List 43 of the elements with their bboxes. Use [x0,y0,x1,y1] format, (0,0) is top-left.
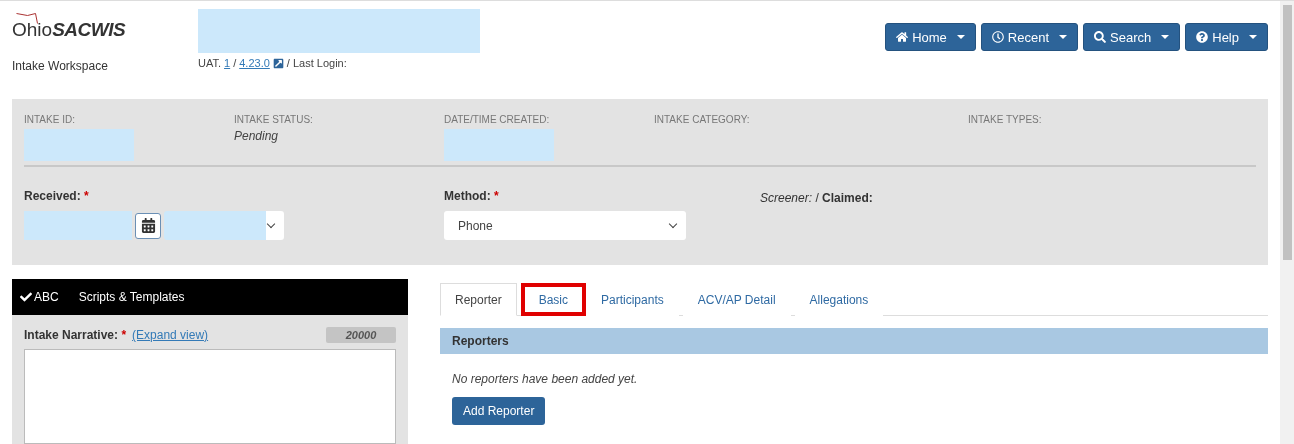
calendar-button[interactable] [135,212,161,239]
expand-view-link[interactable]: (Expand view) [132,328,209,342]
last-login-label: / Last Login: [286,57,347,69]
method-select[interactable]: Phone [444,211,686,240]
calendar-icon [140,218,156,233]
field-label: INTAKE ID: [24,114,76,125]
state-outline-icon [16,13,38,24]
character-counter: 20000 [326,327,396,343]
help-icon [1196,31,1209,43]
field-label: INTAKE STATUS: [234,114,314,125]
separator: / [233,57,237,69]
version-link[interactable]: 4.23.0 [239,57,270,69]
nav-button[interactable]: Help [1185,23,1268,51]
method-label: Method: * [444,189,500,203]
date-field[interactable] [24,211,132,240]
field-label: INTAKE TYPES: [968,114,1043,125]
received-label: Received: * [24,189,90,203]
nav-button[interactable]: Search [1083,23,1181,51]
add-reporter-button[interactable]: Add Reporter [452,397,546,425]
narrative-field[interactable] [24,349,396,444]
logo: OhioSACWIS [12,19,198,41]
field-label: DATE/TIME CREATED: [444,114,551,125]
scrollbar-thumb[interactable] [1282,5,1292,260]
search-icon [1094,31,1107,43]
screener-claimed-label: Screener: / Claimed: [760,190,874,207]
tab[interactable]: Reporter [440,283,517,316]
clock-icon [991,31,1004,43]
field-value: Pending [234,129,280,143]
tab[interactable]: Basic [520,283,587,316]
home-icon [896,31,909,43]
environment-link[interactable]: 1 [224,57,231,69]
nav-button[interactable]: Home [885,23,976,51]
empty-message: No reporters have been added yet. [452,372,639,386]
check-icon [20,291,32,303]
scripts-templates-link[interactable]: Scripts & Templates [78,290,185,304]
environment-label: UAT. [198,57,222,69]
workspace-title: Intake Workspace [12,59,109,73]
section-header: Reporters [440,328,1268,354]
abc-check-button[interactable]: ABC [20,290,59,304]
external-link-icon[interactable] [272,57,284,69]
narrative-label: Intake Narrative: * [24,328,127,342]
nav-button[interactable]: Recent [980,23,1079,51]
field-label: INTAKE CATEGORY: [654,114,751,125]
